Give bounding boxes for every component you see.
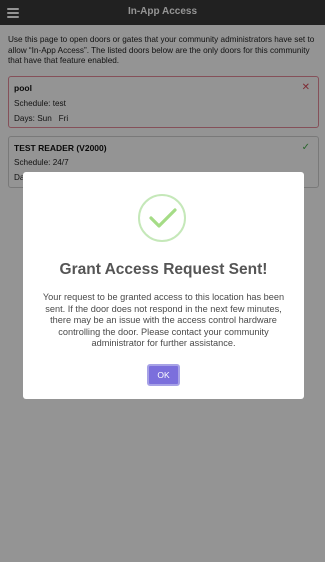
grant-access-dialog: Grant Access Request Sent! Your request … bbox=[23, 172, 304, 399]
dialog-message: Your request to be granted access to thi… bbox=[42, 292, 285, 348]
ok-button[interactable]: OK bbox=[147, 364, 180, 386]
success-check-icon bbox=[138, 194, 186, 242]
dialog-title: Grant Access Request Sent! bbox=[59, 261, 268, 278]
